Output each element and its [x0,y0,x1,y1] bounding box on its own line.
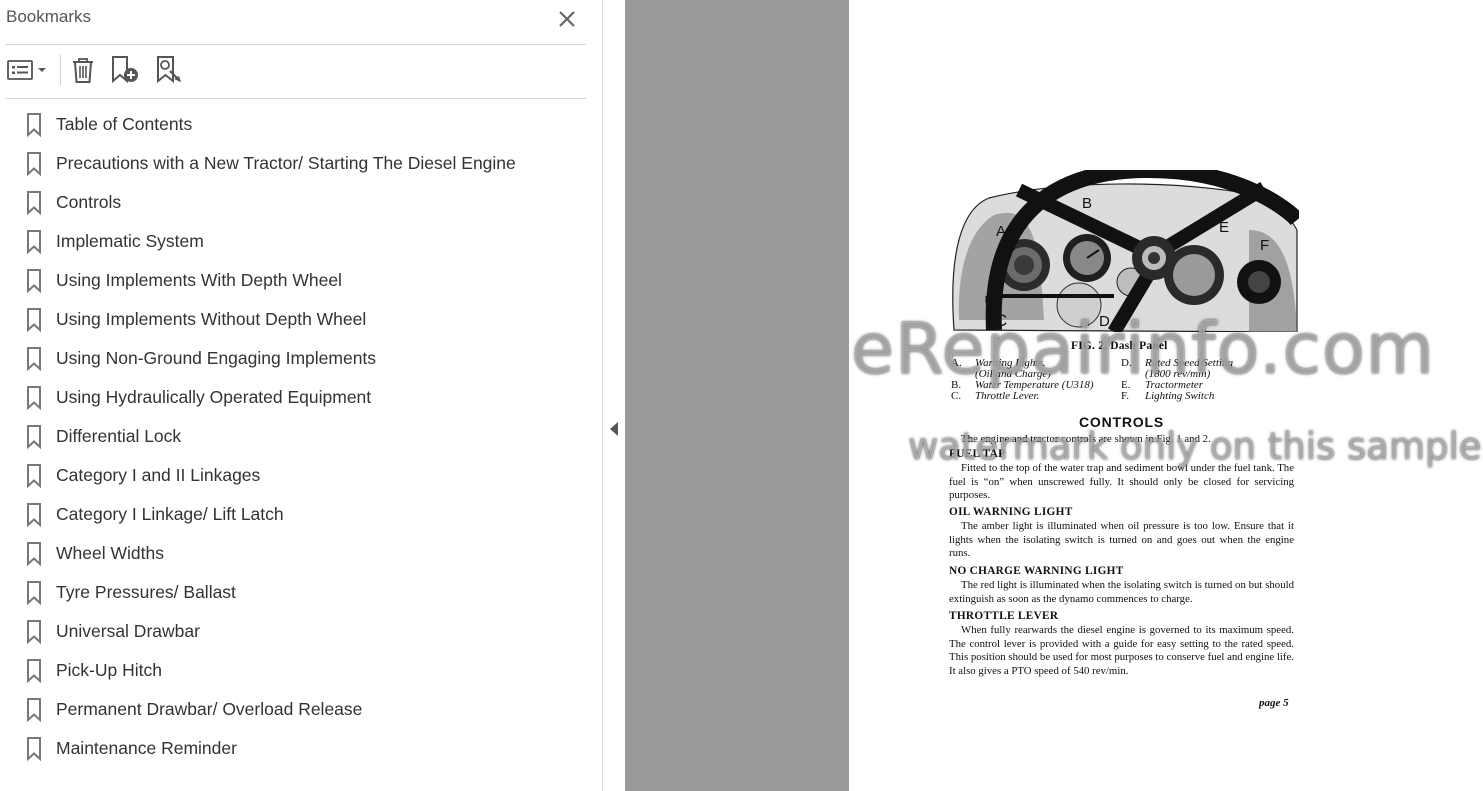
document-page[interactable]: A B C D E F FIG. 2. Dash Panel A. Warning… [849,0,1483,791]
subsection-title: THROTTLE LEVER [949,610,1059,622]
bookmark-label: Using Non-Ground Engaging Implements [56,348,377,368]
trash-icon [73,58,93,83]
fig-label-b: B [1082,195,1092,212]
bookmark-icon [27,308,41,332]
bookmark-item[interactable]: Tyre Pressures/ Ballast [0,573,590,612]
panel-splitter[interactable] [602,0,626,791]
delete-bookmark-button[interactable] [68,53,98,87]
bookmark-icon [27,230,41,254]
bookmarks-title: Bookmarks [6,7,92,26]
bookmark-label: Using Hydraulically Operated Equipment [56,387,372,407]
fig-label-d: D [1099,313,1110,330]
bookmarks-panel: Bookmarks Table of Contents Precautions … [0,0,603,791]
bookmark-icon [27,737,41,761]
bookmark-label: Permanent Drawbar/ Overload Release [56,699,363,719]
bookmark-label: Universal Drawbar [56,621,200,641]
subsection-title: NO CHARGE WARNING LIGHT [949,565,1124,577]
bookmark-item[interactable]: Pick-Up Hitch [0,651,590,690]
bookmark-label: Precautions with a New Tractor/ Starting… [56,153,516,173]
section-heading: CONTROLS [1079,414,1164,430]
legend-row: C. Throttle Lever. [951,390,1040,402]
bookmark-label: Table of Contents [56,114,193,134]
fig-label-c: C [995,311,1007,330]
subsection-text: The amber light is illuminated when oil … [949,520,1294,560]
bookmark-label: Category I and II Linkages [56,465,261,485]
page-number: page 5 [1259,697,1289,709]
bookmark-item[interactable]: Category I and II Linkages [0,456,590,495]
list-options-icon [7,60,46,80]
bookmark-item[interactable]: Permanent Drawbar/ Overload Release [0,690,590,729]
fig-label-e: E [1219,219,1229,236]
bookmark-icon [27,269,41,293]
options-menu-button[interactable] [6,53,48,87]
bookmark-item[interactable]: Using Implements With Depth Wheel [0,261,590,300]
subsection-title: FUEL TAP [949,448,1006,460]
bookmarks-header: Bookmarks [0,0,602,40]
close-panel-button[interactable] [554,6,580,32]
figure-title: FIG. 2. Dash Panel [1071,340,1168,352]
bookmark-label: Controls [56,192,122,212]
bookmark-label: Differential Lock [56,426,182,446]
bookmark-item[interactable]: Precautions with a New Tractor/ Starting… [0,144,590,183]
search-bookmark-icon [157,56,181,84]
bookmarks-toolbar [0,45,602,99]
bookmark-item[interactable]: Universal Drawbar [0,612,590,651]
bookmark-item[interactable]: Using Implements Without Depth Wheel [0,300,590,339]
bookmark-label: Pick-Up Hitch [56,660,162,680]
legend-row: F. Lighting Switch [1121,390,1215,402]
bookmark-label: Tyre Pressures/ Ballast [56,582,236,602]
fig-label-a: A [996,223,1006,240]
bookmark-icon [27,152,41,176]
bookmark-item[interactable]: Category I Linkage/ Lift Latch [0,495,590,534]
new-bookmark-button[interactable] [109,53,141,87]
bookmark-item[interactable]: Using Non-Ground Engaging Implements [0,339,590,378]
bookmark-label: Maintenance Reminder [56,738,237,758]
toolbar-separator [60,55,61,85]
subsection-text: When fully rearwards the diesel engine i… [949,624,1294,677]
bookmark-icon [27,191,41,215]
bookmark-icon [27,503,41,527]
figure-legend-left: A. Warning Lights. (Oil and Charge) B. Wat… [951,358,1094,402]
fig-label-f: F [1260,237,1269,254]
bookmark-item[interactable]: Implematic System [0,222,590,261]
dash-panel-figure: A B C D E F [949,170,1299,332]
divider [5,98,586,99]
bookmark-icon [27,425,41,449]
close-icon [559,11,575,27]
bookmark-item[interactable]: Differential Lock [0,417,590,456]
dash-panel-illustration: A B C D E F [952,170,1299,332]
bookmark-label: Implematic System [56,231,204,251]
add-bookmark-icon [112,56,138,84]
bookmark-list: Table of Contents Precautions with a New… [0,105,590,768]
bookmark-icon [27,386,41,410]
bookmark-item[interactable]: Maintenance Reminder [0,729,590,768]
bookmark-label: Wheel Widths [56,543,164,563]
bookmark-item[interactable]: Wheel Widths [0,534,590,573]
bookmark-label: Using Implements Without Depth Wheel [56,309,367,329]
bookmark-icon [27,464,41,488]
subsection-title: OIL WARNING LIGHT [949,506,1073,518]
bookmark-label: Using Implements With Depth Wheel [56,270,342,290]
bookmark-label: Category I Linkage/ Lift Latch [56,504,284,524]
find-bookmark-button[interactable] [153,53,185,87]
bookmark-icon [27,113,41,137]
subsection-text: The red light is illuminated when the is… [949,579,1294,605]
document-gutter [625,0,849,791]
bookmark-item[interactable]: Table of Contents [0,105,590,144]
figure-legend-right: D. Rated Speed Setting (1800 rev/min) E. T… [1121,358,1233,402]
subsection-text: Fitted to the top of the water trap and … [949,462,1294,502]
bookmark-item[interactable]: Using Hydraulically Operated Equipment [0,378,590,417]
bookmark-icon [27,347,41,371]
bookmark-icon [27,581,41,605]
bookmark-icon [27,542,41,566]
bookmark-icon [27,620,41,644]
bookmark-icon [27,698,41,722]
collapse-panel-icon[interactable] [610,422,618,436]
bookmark-icon [27,659,41,683]
intro-paragraph: The engine and tractor controls are show… [961,433,1211,445]
bookmark-item[interactable]: Controls [0,183,590,222]
